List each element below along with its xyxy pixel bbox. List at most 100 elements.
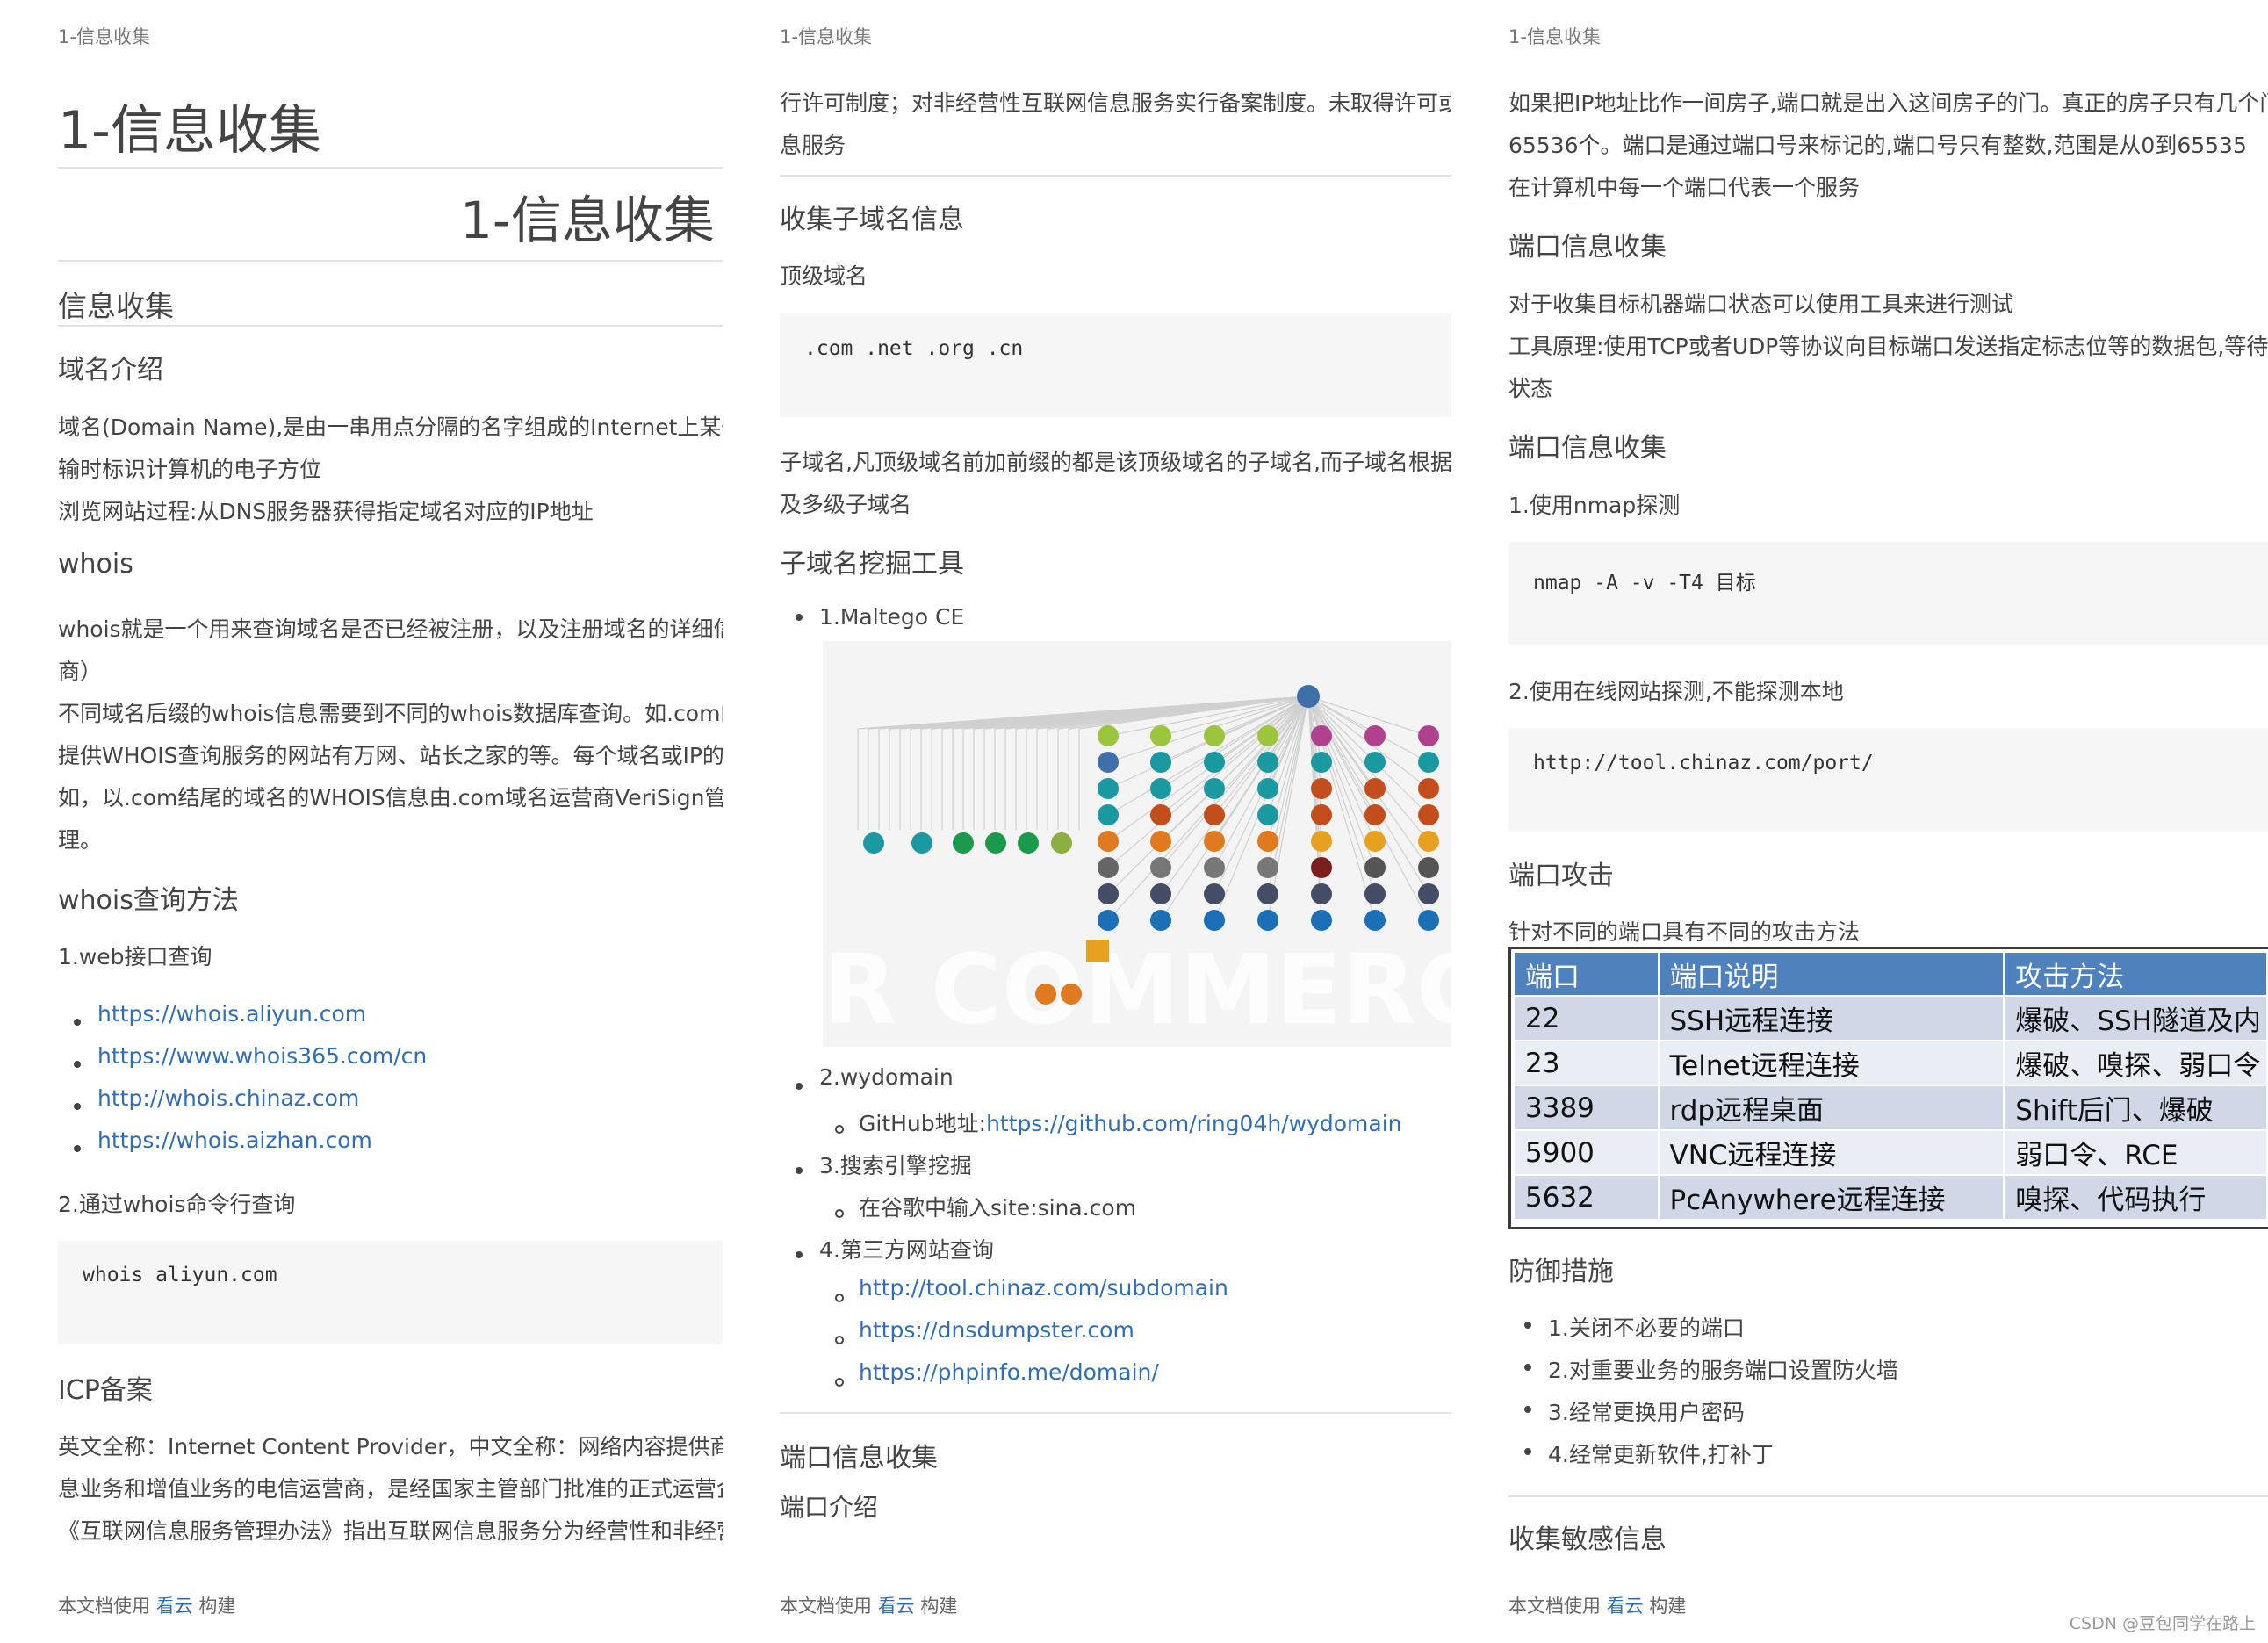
graph-node: [1311, 883, 1332, 904]
bullet: [1524, 1448, 1531, 1455]
graph-node: [1418, 910, 1439, 931]
section-heading: 端口信息收集: [1508, 433, 1667, 464]
paragraph-line: 状态: [1508, 376, 1553, 401]
table-cell: 5900: [1513, 1129, 1660, 1176]
sub-bullet: [835, 1125, 844, 1134]
graph-node: [1257, 725, 1278, 746]
footer-link[interactable]: 看云: [878, 1596, 915, 1617]
paragraph-line: 息服务: [780, 133, 846, 158]
page-header: 1-信息收集: [1508, 26, 1601, 47]
section-heading: 收集敏感信息: [1508, 1524, 1667, 1555]
graph-node: [863, 832, 884, 854]
graph-node: [1257, 857, 1278, 878]
graph-node: [1364, 883, 1386, 904]
bullet: [796, 614, 803, 621]
paragraph-line: 理。: [58, 827, 103, 853]
section-heading: 端口攻击: [1508, 861, 1614, 891]
graph-node: [1297, 685, 1320, 708]
paragraph-line: 1.web接口查询: [58, 944, 212, 969]
graph-node: [1098, 725, 1119, 746]
whois-link[interactable]: https://whois.aizhan.com: [97, 1128, 372, 1153]
footer-prefix: 本文档使用: [1508, 1596, 1601, 1617]
graph-node: [1257, 883, 1278, 904]
graph-node: [1257, 910, 1278, 931]
graph-node: [1311, 725, 1332, 746]
graph-node: [1035, 984, 1056, 1005]
footer-link[interactable]: 看云: [156, 1596, 193, 1617]
paragraph-line: 浏览网站过程:从DNS服务器获得指定域名对应的IP地址: [58, 499, 594, 524]
section-heading: whois查询方法: [58, 885, 239, 916]
section-heading: 子域名挖掘工具: [780, 549, 964, 580]
graph-node: [1150, 725, 1171, 746]
table-cell: SSH远程连接: [1657, 995, 2005, 1041]
doc-page-1: 1-信息收集 1-信息收集 1-信息收集 信息收集 域名介绍 域名(Domain…: [58, 0, 723, 1643]
page-footer: 本文档使用 看云 构建: [58, 1592, 235, 1618]
site-link[interactable]: https://dnsdumpster.com: [859, 1317, 1134, 1343]
graph-node: [1204, 910, 1225, 931]
table-cell: rdp远程桌面: [1657, 1085, 2005, 1131]
paragraph-line: 输时标识计算机的电子方位: [58, 457, 322, 482]
whois-link[interactable]: http://whois.chinaz.com: [97, 1085, 359, 1111]
list-item: GitHub地址:https://github.com/ring04h/wydo…: [859, 1106, 1402, 1138]
graph-node: [1311, 910, 1332, 931]
table-row: 5900 VNC远程连接 弱口令、RCE: [1513, 1129, 2268, 1176]
graph-node: [1311, 857, 1332, 878]
paragraph-line: 如果把IP地址比作一间房子,端口就是出入这间房子的门。真正的房子只有几个门,但: [1508, 90, 2268, 116]
table-cell: VNC远程连接: [1657, 1129, 2005, 1176]
code-text: .com .net .org .cn: [804, 337, 1024, 360]
sub-bullet: [835, 1378, 844, 1387]
footer-link[interactable]: 看云: [1607, 1596, 1644, 1617]
section-heading: whois: [58, 549, 133, 580]
github-link[interactable]: https://github.com/ring04h/wydomain: [986, 1111, 1401, 1136]
graph-node: [1418, 831, 1439, 852]
whois-link[interactable]: https://www.whois365.com/cn: [97, 1043, 427, 1069]
centered-title: 1-信息收集: [460, 191, 715, 250]
whois-link[interactable]: https://whois.aliyun.com: [97, 1001, 366, 1027]
paragraph-line: 顶级域名: [780, 263, 868, 289]
graph-node: [1150, 752, 1171, 773]
site-link[interactable]: http://tool.chinaz.com/subdomain: [859, 1275, 1228, 1301]
table-header-row: 端口 端口说明 攻击方法: [1513, 951, 2268, 997]
divider: [58, 325, 723, 327]
paragraph-line: 及多级子域名: [780, 492, 912, 517]
graph-node: [1364, 831, 1386, 852]
graph-node: [1418, 804, 1439, 825]
page-footer: 本文档使用 看云 构建: [1508, 1592, 1686, 1618]
graph-node: [1098, 883, 1119, 904]
graph-node: [985, 832, 1006, 854]
section-heading: 域名介绍: [58, 355, 163, 386]
paragraph-line: 子域名,凡顶级域名前加前缀的都是该顶级域名的子域名,而子域名根据技术: [780, 450, 1451, 475]
bullet: [796, 1083, 803, 1090]
section-heading: ICP备案: [58, 1375, 153, 1406]
page-header: 1-信息收集: [780, 26, 872, 47]
paragraph-line: whois就是一个用来查询域名是否已经被注册，以及注册域名的详细信息: [58, 616, 723, 642]
graph-node: [1311, 831, 1332, 852]
graph-node: [1311, 778, 1332, 799]
graph-node: [1364, 910, 1386, 931]
table-header: 端口说明: [1657, 951, 2005, 997]
footer-suffix: 构建: [920, 1596, 958, 1617]
graph-node: [1257, 778, 1278, 799]
section-heading: 收集子域名信息: [780, 205, 964, 235]
graph-watermark-text: R COMMERCIAL: [823, 933, 1451, 1046]
section-heading: 防御措施: [1508, 1257, 1614, 1287]
paragraph-line: 域名(Domain Name),是由一串用点分隔的名字组成的Internet上某…: [58, 414, 723, 440]
divider: [58, 167, 723, 169]
divider: [1508, 1495, 2268, 1497]
table-cell: 5632: [1513, 1174, 1660, 1221]
bullet: [796, 1251, 803, 1258]
graph-node: [1098, 910, 1119, 931]
bullet: [1524, 1364, 1531, 1371]
graph-node: [1150, 883, 1171, 904]
table-cell: Telnet远程连接: [1657, 1040, 2005, 1086]
table-header: 攻击方法: [2003, 951, 2268, 997]
graph-node-square: [1086, 940, 1109, 962]
list-item: 2.wydomain: [819, 1064, 954, 1090]
site-link[interactable]: https://phpinfo.me/domain/: [859, 1359, 1159, 1385]
bullet: [74, 1061, 81, 1068]
paragraph-line: 1.使用nmap探测: [1508, 493, 1681, 518]
bullet: [796, 1167, 803, 1174]
bullet: [1524, 1406, 1531, 1413]
table-cell: 弱口令、RCE: [2003, 1129, 2268, 1176]
list-item: 在谷歌中输入site:sina.com: [859, 1195, 1137, 1221]
